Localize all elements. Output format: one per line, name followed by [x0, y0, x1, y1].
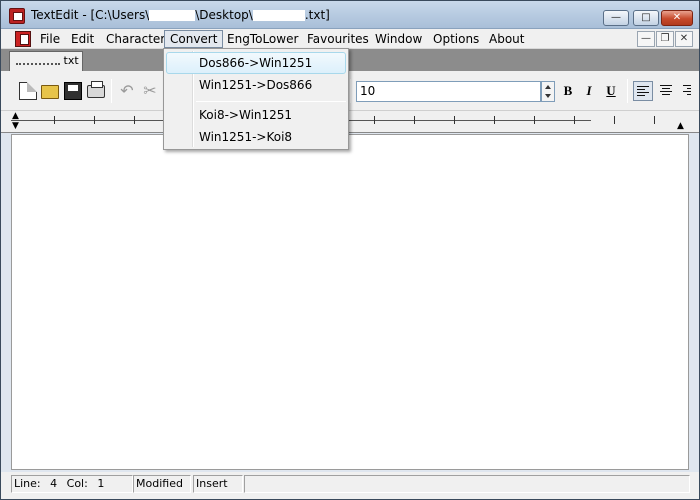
italic-button[interactable]: I	[579, 81, 599, 101]
ruler-tick	[574, 116, 575, 124]
window-title: TextEdit - [C:\Users\ \Desktop\ .txt]	[31, 8, 330, 22]
menu-file[interactable]: File	[34, 30, 66, 48]
align-right-button[interactable]	[679, 81, 691, 101]
menu-item-koi8-win1251[interactable]: Koi8->Win1251	[166, 104, 346, 126]
align-left-button[interactable]	[633, 81, 653, 101]
menu-separator	[196, 101, 346, 102]
right-indent-marker[interactable]: ▲	[677, 121, 684, 131]
text-editor-area[interactable]	[11, 134, 689, 470]
cursor-position: Line: 4 Col: 1	[11, 475, 133, 493]
align-center-button[interactable]	[656, 81, 676, 101]
menu-convert[interactable]: Convert	[164, 30, 224, 48]
ruler-tick	[134, 116, 135, 124]
menu-about[interactable]: About	[483, 30, 530, 48]
left-indent-marker[interactable]: ▼	[12, 121, 19, 131]
menu-window[interactable]: Window	[369, 30, 428, 48]
title-path-start: TextEdit - [C:\Users\	[31, 8, 150, 22]
menu-favourites[interactable]: Favourites	[301, 30, 375, 48]
toolbar-separator	[627, 79, 628, 103]
print-icon[interactable]	[87, 81, 105, 98]
font-size-spinner[interactable]	[541, 81, 555, 102]
status-bar: Line: 4 Col: 1 Modified Insert	[1, 472, 699, 499]
col-number: 1	[97, 477, 105, 490]
document-tab-strip: txt	[1, 49, 699, 71]
app-icon[interactable]	[9, 8, 25, 24]
align-right-icon	[683, 85, 691, 97]
undo-icon[interactable]: ↶	[118, 82, 136, 100]
underline-button[interactable]: U	[601, 81, 621, 101]
menu-item-dos866-win1251[interactable]: Dos866->Win1251	[166, 52, 346, 74]
ruler-tick	[94, 116, 95, 124]
document-tab-label: txt	[63, 54, 79, 67]
menu-character[interactable]: Character	[100, 30, 171, 48]
menu-edit[interactable]: Edit	[65, 30, 100, 48]
toolbar-separator	[111, 79, 112, 103]
menu-item-win1251-koi8[interactable]: Win1251->Koi8	[166, 126, 346, 148]
ruler-tick	[494, 116, 495, 124]
ruler[interactable]: ▲ ▼ ▲	[1, 111, 699, 133]
line-label: Line:	[14, 477, 41, 490]
new-file-icon[interactable]	[19, 82, 37, 100]
align-center-icon	[660, 85, 672, 97]
convert-dropdown-menu: Dos866->Win1251 Win1251->Dos866 Koi8->Wi…	[163, 48, 349, 150]
title-path-middle: \Desktop\	[195, 8, 253, 22]
cut-icon[interactable]: ✂	[141, 82, 159, 100]
ruler-tick	[54, 116, 55, 124]
toolbar-separator	[350, 79, 351, 103]
menu-item-win1251-dos866[interactable]: Win1251->Dos866	[166, 74, 346, 96]
menu-options[interactable]: Options	[427, 30, 485, 48]
document-system-menu-icon[interactable]	[15, 31, 31, 47]
redacted-tab-name	[16, 57, 60, 65]
save-icon[interactable]	[64, 82, 82, 100]
ruler-tick	[614, 116, 615, 124]
font-size-input[interactable]: 10	[356, 81, 541, 102]
redacted-username	[149, 10, 196, 21]
col-label: Col:	[66, 477, 88, 490]
app-window: TextEdit - [C:\Users\ \Desktop\ .txt] — □ …	[0, 0, 700, 500]
close-button[interactable]: ✕	[661, 10, 693, 26]
doc-minimize-button[interactable]: —	[637, 31, 655, 47]
doc-restore-button[interactable]: ❐	[656, 31, 674, 47]
redacted-filename	[252, 10, 305, 21]
ruler-tick	[454, 116, 455, 124]
minimize-button[interactable]: —	[603, 10, 629, 26]
menu-engtolower[interactable]: EngToLower	[221, 30, 304, 48]
title-bar[interactable]: TextEdit - [C:\Users\ \Desktop\ .txt] — □ …	[1, 1, 699, 29]
menu-bar: File Edit Character Convert EngToLower F…	[1, 29, 699, 49]
bold-button[interactable]: B	[558, 81, 578, 101]
ruler-tick	[414, 116, 415, 124]
ruler-tick	[654, 116, 655, 124]
line-number: 4	[50, 477, 58, 490]
toolbar: ↶ ✂ 10 B I U	[1, 71, 699, 111]
insert-mode-status: Insert	[193, 475, 243, 493]
title-path-end: .txt]	[304, 8, 330, 22]
modified-status: Modified	[133, 475, 191, 493]
status-extra	[244, 475, 690, 493]
ruler-tick	[374, 116, 375, 124]
ruler-tick	[534, 116, 535, 124]
align-left-icon	[637, 86, 649, 98]
doc-close-button[interactable]: ✕	[675, 31, 693, 47]
maximize-button[interactable]: □	[633, 10, 659, 26]
open-folder-icon[interactable]	[41, 85, 59, 99]
document-tab[interactable]: txt	[9, 51, 83, 71]
